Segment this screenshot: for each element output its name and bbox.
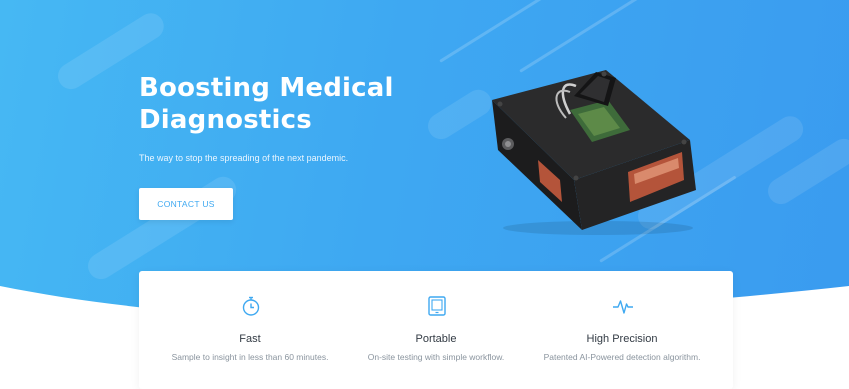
feature-high-precision: High Precision Patented AI-Powered detec… [523,271,721,389]
hero-title: Boosting Medical Diagnostics [139,73,394,135]
feature-title: Portable [415,333,457,345]
feature-title: Fast [239,333,261,345]
feature-description: Patented AI-Powered detection algorithm. [543,352,701,362]
stopwatch-icon [242,296,260,316]
contact-us-button[interactable]: CONTACT US [139,188,233,220]
feature-fast: Fast Sample to insight in less than 60 m… [151,271,349,389]
tablet-icon [428,296,446,316]
feature-description: Sample to insight in less than 60 minute… [171,352,329,362]
pulse-icon [613,300,633,314]
diagnostic-device-image [492,70,696,235]
features-card: Fast Sample to insight in less than 60 m… [139,271,733,389]
feature-description: On-site testing with simple workflow. [367,352,505,362]
feature-portable: Portable On-site testing with simple wor… [337,271,535,389]
feature-title: High Precision [586,333,658,345]
hero-subtitle: The way to stop the spreading of the nex… [139,153,349,163]
